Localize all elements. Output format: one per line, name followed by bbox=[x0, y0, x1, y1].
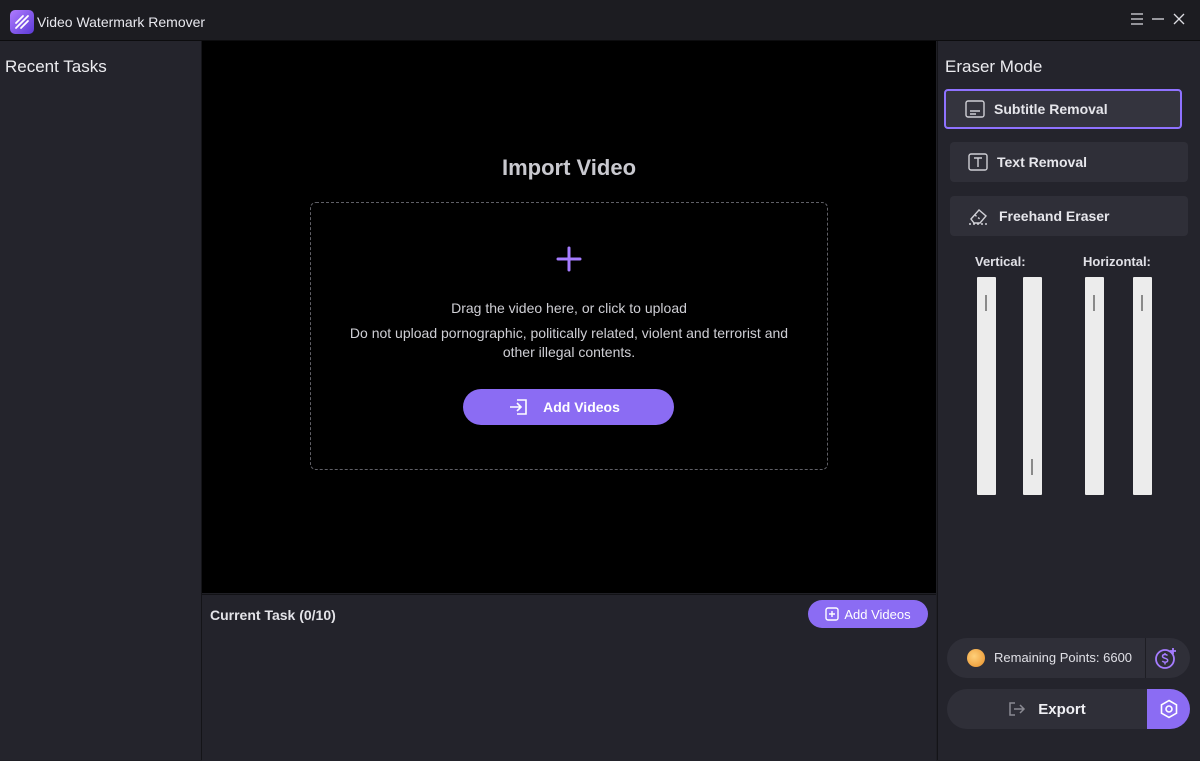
eraser-mode-panel: Eraser Mode Subtitle Removal Text Remova… bbox=[937, 41, 1200, 760]
remaining-points-bar: Remaining Points: 6600 bbox=[947, 638, 1190, 678]
add-videos-label: Add Videos bbox=[543, 399, 620, 415]
export-settings-button[interactable] bbox=[1147, 689, 1190, 729]
freehand-eraser-button[interactable]: Freehand Eraser bbox=[950, 196, 1188, 236]
recent-tasks-sidebar: Recent Tasks bbox=[0, 41, 202, 760]
export-bar: Export bbox=[947, 689, 1190, 729]
current-task-panel: Current Task (0/10) Add Videos bbox=[202, 594, 936, 761]
add-videos-button[interactable]: Add Videos bbox=[463, 389, 674, 425]
eraser-icon bbox=[969, 209, 989, 225]
export-icon bbox=[1009, 702, 1026, 716]
buy-points-icon[interactable] bbox=[1154, 646, 1178, 670]
app-title: Video Watermark Remover bbox=[37, 14, 206, 30]
remaining-points: Remaining Points: 6600 bbox=[994, 650, 1133, 665]
text-icon bbox=[968, 153, 988, 171]
video-preview-area: Import Video Drag the video here, or cli… bbox=[202, 41, 936, 593]
slider-handle[interactable] bbox=[985, 295, 987, 311]
subtitle-removal-button[interactable]: Subtitle Removal bbox=[944, 89, 1182, 129]
current-task-title: Current Task (0/10) bbox=[210, 607, 336, 623]
import-icon bbox=[510, 399, 527, 415]
subtitle-removal-label: Subtitle Removal bbox=[994, 101, 1108, 117]
drop-instructions: Drag the video here, or click to upload bbox=[451, 300, 687, 316]
settings-hexagon-icon bbox=[1160, 699, 1177, 719]
recent-tasks-title: Recent Tasks bbox=[5, 57, 107, 76]
text-removal-label: Text Removal bbox=[997, 154, 1087, 170]
divider bbox=[1145, 638, 1146, 678]
export-label: Export bbox=[1038, 700, 1086, 718]
eraser-mode-title: Eraser Mode bbox=[945, 57, 1043, 76]
import-video-title: Import Video bbox=[501, 155, 637, 180]
vertical-bottom-slider[interactable] bbox=[1023, 277, 1042, 495]
add-videos-small-label: Add Videos bbox=[844, 606, 911, 622]
upload-dropzone[interactable]: Drag the video here, or click to upload … bbox=[310, 202, 828, 470]
upload-warning: Do not upload pornographic, politically … bbox=[349, 325, 789, 360]
text-removal-button[interactable]: Text Removal bbox=[950, 142, 1188, 182]
export-button[interactable]: Export bbox=[947, 689, 1147, 729]
slider-handle[interactable] bbox=[1141, 295, 1143, 311]
horizontal-label: Horizontal: bbox=[1083, 254, 1151, 269]
close-icon[interactable] bbox=[1172, 12, 1188, 28]
title-bar: Video Watermark Remover bbox=[0, 0, 1200, 41]
menu-icon[interactable] bbox=[1130, 12, 1146, 28]
slider-handle[interactable] bbox=[1093, 295, 1095, 311]
app-logo-icon bbox=[10, 10, 34, 34]
add-videos-small-button[interactable]: Add Videos bbox=[808, 600, 928, 628]
horizontal-left-slider[interactable] bbox=[1085, 277, 1104, 495]
add-box-icon bbox=[825, 607, 840, 621]
subtitle-icon bbox=[965, 100, 985, 118]
minimize-icon[interactable] bbox=[1151, 12, 1167, 28]
vertical-top-slider[interactable] bbox=[977, 277, 996, 495]
horizontal-right-slider[interactable] bbox=[1133, 277, 1152, 495]
freehand-eraser-label: Freehand Eraser bbox=[999, 208, 1110, 224]
vertical-label: Vertical: bbox=[975, 254, 1026, 269]
coin-icon bbox=[967, 649, 985, 667]
plus-icon bbox=[556, 246, 582, 272]
slider-handle[interactable] bbox=[1031, 459, 1033, 475]
